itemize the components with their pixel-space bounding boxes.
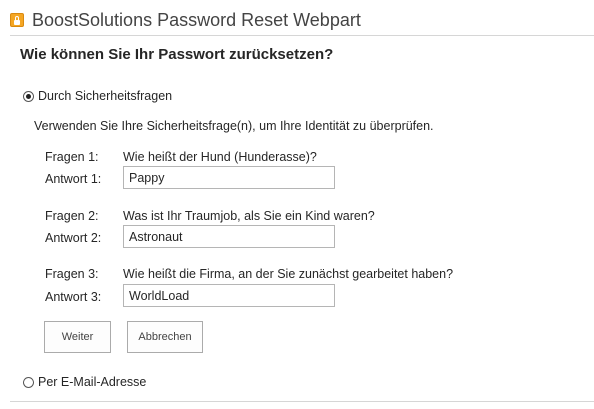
question-3-text: Wie heißt die Firma, an der Sie zunächst… (123, 267, 454, 281)
radio-email[interactable] (23, 376, 34, 388)
answer-3-label: Antwort 3: (45, 290, 102, 304)
option-email-label: Per E-Mail-Adresse (38, 375, 147, 389)
answer-2-label: Antwort 2: (45, 231, 102, 245)
answer-2-input[interactable] (123, 225, 335, 248)
option-security-questions[interactable]: Durch Sicherheitsfragen (23, 89, 172, 103)
option-email[interactable]: Per E-Mail-Adresse (23, 375, 146, 389)
question-3-label: Fragen 3: (45, 267, 99, 281)
question-1-text: Wie heißt der Hund (Hunderasse)? (123, 150, 317, 164)
answer-3-input[interactable] (123, 284, 335, 307)
webpart-header: BoostSolutions Password Reset Webpart (10, 7, 361, 33)
answer-1-label: Antwort 1: (45, 172, 102, 186)
cancel-button[interactable]: Abbrechen (127, 321, 203, 353)
next-button[interactable]: Weiter (44, 321, 111, 353)
footer-divider (10, 401, 594, 402)
password-reset-lock-icon (10, 13, 24, 27)
answer-1-input[interactable] (123, 166, 335, 189)
question-2-text: Was ist Ihr Traumjob, als Sie ein Kind w… (123, 209, 375, 223)
option-security-questions-label: Durch Sicherheitsfragen (38, 89, 173, 103)
page-heading: Wie können Sie Ihr Passwort zurücksetzen… (20, 46, 334, 63)
question-1-label: Fragen 1: (45, 150, 99, 164)
header-divider (10, 35, 594, 36)
instruction-text: Verwenden Sie Ihre Sicherheitsfrage(n), … (34, 119, 434, 133)
webpart-title: BoostSolutions Password Reset Webpart (32, 9, 361, 30)
question-2-label: Fragen 2: (45, 209, 99, 223)
radio-security-questions[interactable] (23, 90, 34, 102)
